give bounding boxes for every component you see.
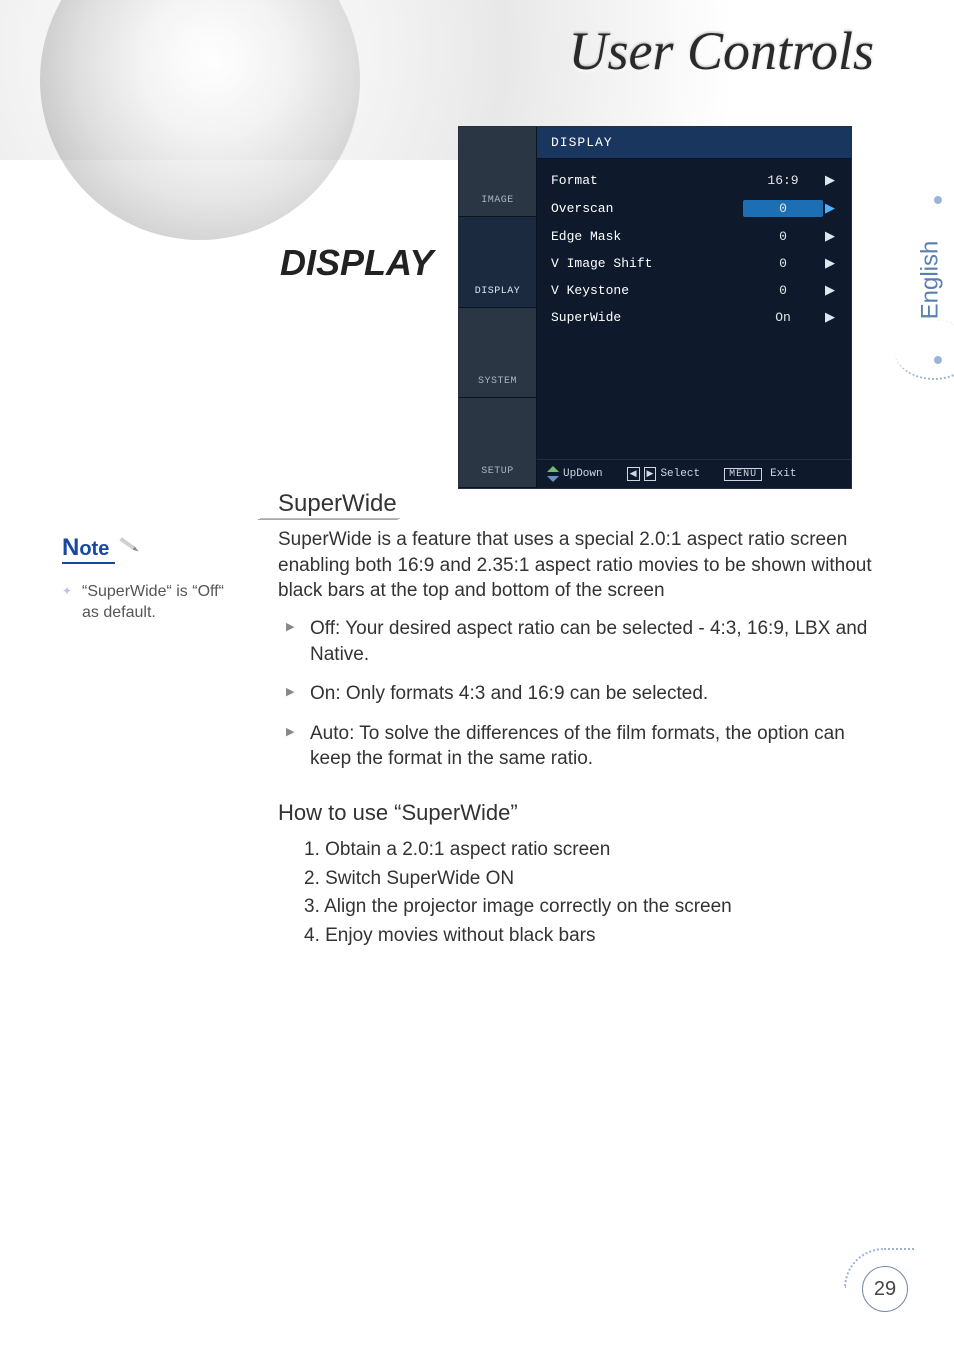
step-4: 4. Enjoy movies without black bars [304,922,874,951]
osd-value: 0 [743,256,823,271]
osd-footer: UpDown ◀▶ Select MENU Exit [537,459,851,488]
osd-value: 0 [743,229,823,244]
chevron-right-icon: ▶ [823,201,837,216]
language-tab-text: English [916,241,944,320]
osd-content: Format 16:9 ▶ Overscan 0 ▶ Edge Mask 0 ▶… [537,159,851,459]
osd-value: 0 [743,283,823,298]
bullet-auto: Auto: To solve the differences of the fi… [286,721,874,772]
intro-paragraph: SuperWide is a feature that uses a speci… [278,527,874,604]
osd-hint-select: ◀▶ Select [627,467,700,481]
page-number: 29 [862,1266,908,1312]
osd-hint-select-label: Select [660,468,700,480]
osd-tab-system[interactable]: SYSTEM [459,308,537,398]
menu-key-icon: MENU [724,468,762,481]
lens-graphic [40,0,360,240]
osd-value: On [743,310,823,325]
decorative-arc [894,320,954,380]
bullet-list: Off: Your desired aspect ratio can be se… [286,616,874,772]
osd-row-edgemask[interactable]: Edge Mask 0 ▶ [537,223,851,250]
step-3: 3. Align the projector image correctly o… [304,893,874,922]
osd-value: 16:9 [743,173,823,188]
osd-label: V Keystone [551,283,743,298]
osd-hint-updown-label: UpDown [563,468,603,480]
section-title: DISPLAY [280,242,433,284]
osd-label: V Image Shift [551,256,743,271]
osd-hint-exit-label: Exit [770,468,796,480]
bullet-off: Off: Your desired aspect ratio can be se… [286,616,874,667]
osd-label: Format [551,173,743,188]
updown-icon [547,466,559,482]
chevron-right-icon: ▶ [823,310,837,325]
osd-label: SuperWide [551,310,743,325]
step-1: 1. Obtain a 2.0:1 aspect ratio screen [304,836,874,865]
chevron-right-icon: ▶ [823,173,837,188]
content: SuperWide SuperWide is a feature that us… [60,490,874,950]
step-2: 2. Switch SuperWide ON [304,865,874,894]
chevron-right-icon: ▶ [823,229,837,244]
chevron-right-icon: ▶ [823,256,837,271]
osd-hint-exit: MENU Exit [724,468,796,481]
osd-tab-setup[interactable]: SETUP [459,398,537,488]
osd-value: 0 [743,200,823,217]
osd-header: DISPLAY [537,127,851,159]
osd-row-vkeystone[interactable]: V Keystone 0 ▶ [537,277,851,304]
osd-label: Edge Mask [551,229,743,244]
howto-steps: 1. Obtain a 2.0:1 aspect ratio screen 2.… [304,836,874,950]
osd-label: Overscan [551,201,743,216]
osd-row-overscan[interactable]: Overscan 0 ▶ [537,194,851,223]
osd-menu: IMAGE DISPLAY SYSTEM SETUP DISPLAY Forma… [458,126,852,489]
howto-heading: How to use “SuperWide” [278,800,874,826]
osd-hint-updown: UpDown [547,466,603,482]
subhead-superwide: SuperWide [278,490,874,518]
chevron-right-icon: ▶ [823,283,837,298]
leftright-icon: ◀▶ [627,467,657,481]
page-number-badge: 29 [854,1258,914,1318]
osd-row-format[interactable]: Format 16:9 ▶ [537,167,851,194]
page-title: User Controls [568,20,874,82]
bullet-on: On: Only formats 4:3 and 16:9 can be sel… [286,681,874,707]
osd-row-vimageshift[interactable]: V Image Shift 0 ▶ [537,250,851,277]
osd-tab-list: IMAGE DISPLAY SYSTEM SETUP [459,127,537,488]
osd-tab-image[interactable]: IMAGE [459,127,537,217]
osd-tab-display[interactable]: DISPLAY [459,217,537,307]
osd-row-superwide[interactable]: SuperWide On ▶ [537,304,851,331]
